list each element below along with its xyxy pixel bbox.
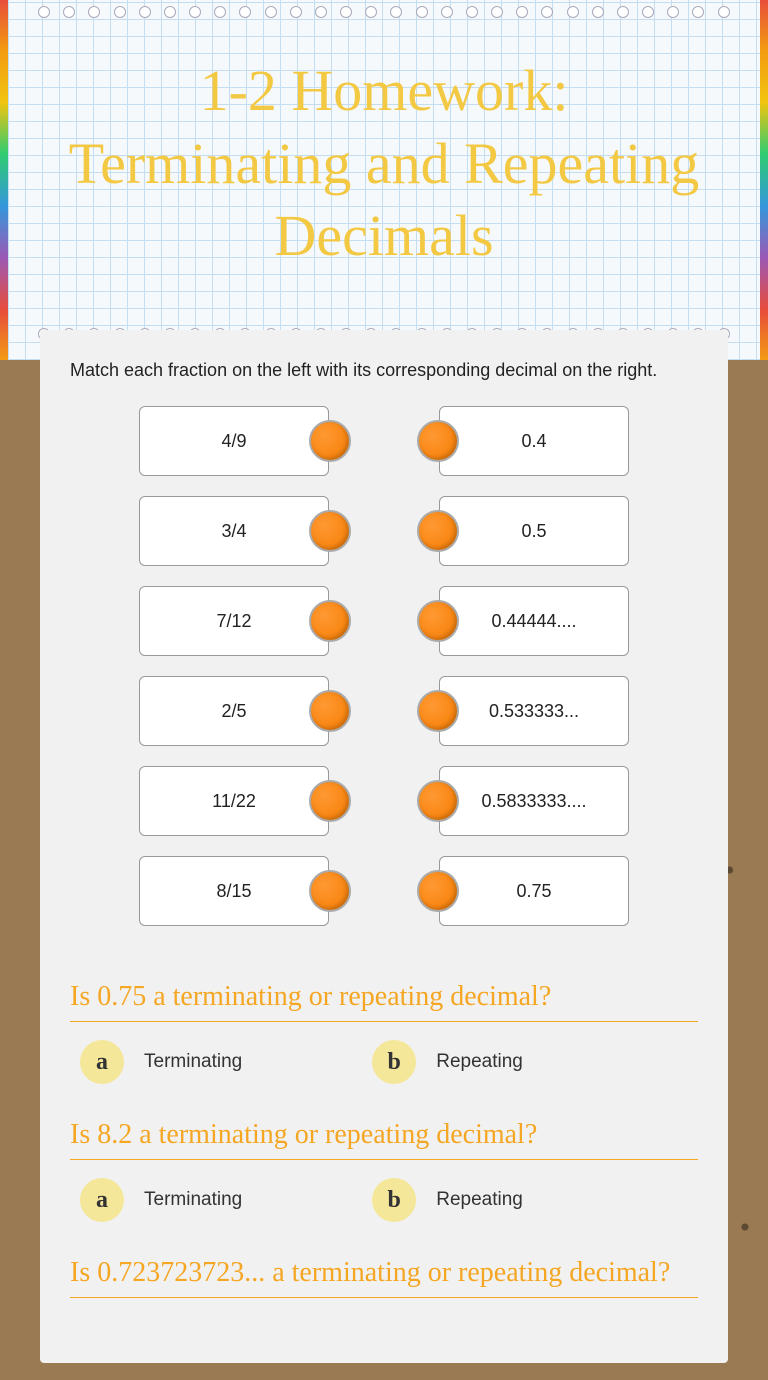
connector-dot-icon[interactable] <box>309 510 351 552</box>
connector-dot-icon[interactable] <box>417 420 459 462</box>
worksheet-card: Match each fraction on the left with its… <box>40 330 728 1363</box>
connector-dot-icon[interactable] <box>417 870 459 912</box>
match-area: 4/9 3/4 7/12 2/5 11/22 8/15 0.4 0.5 0.44444....… <box>70 406 698 926</box>
option-letter-badge: b <box>372 1040 416 1084</box>
option-letter-badge: a <box>80 1178 124 1222</box>
match-item-right[interactable]: 0.533333... <box>439 676 629 746</box>
match-item-left[interactable]: 2/5 <box>139 676 329 746</box>
option-a[interactable]: a Terminating <box>80 1040 242 1084</box>
match-item-label: 0.4 <box>521 431 546 452</box>
header-notebook-bg: 1-2 Homework: Terminating and Repeating … <box>0 0 768 360</box>
connector-dot-icon[interactable] <box>417 690 459 732</box>
option-letter-badge: a <box>80 1040 124 1084</box>
match-item-right[interactable]: 0.5 <box>439 496 629 566</box>
match-item-right[interactable]: 0.5833333.... <box>439 766 629 836</box>
match-item-left[interactable]: 8/15 <box>139 856 329 926</box>
match-item-right[interactable]: 0.44444.... <box>439 586 629 656</box>
match-item-left[interactable]: 4/9 <box>139 406 329 476</box>
option-b[interactable]: b Repeating <box>372 1178 523 1222</box>
match-item-label: 0.533333... <box>489 701 579 722</box>
match-item-label: 0.5833333.... <box>481 791 586 812</box>
connector-dot-icon[interactable] <box>417 510 459 552</box>
options-row: a Terminating b Repeating <box>70 1040 698 1084</box>
question-prompt: Is 0.75 a terminating or repeating decim… <box>70 981 698 1022</box>
match-item-label: 8/15 <box>216 881 251 902</box>
match-item-right[interactable]: 0.4 <box>439 406 629 476</box>
question-block: Is 0.75 a terminating or repeating decim… <box>70 981 698 1084</box>
connector-dot-icon[interactable] <box>309 600 351 642</box>
question-block: Is 0.723723723... a terminating or repea… <box>70 1257 698 1298</box>
match-item-right[interactable]: 0.75 <box>439 856 629 926</box>
option-label: Repeating <box>436 1051 523 1073</box>
spiral-holes-top <box>8 6 760 18</box>
connector-dot-icon[interactable] <box>417 780 459 822</box>
connector-dot-icon[interactable] <box>309 690 351 732</box>
match-instruction: Match each fraction on the left with its… <box>70 360 698 381</box>
option-b[interactable]: b Repeating <box>372 1040 523 1084</box>
match-item-left[interactable]: 7/12 <box>139 586 329 656</box>
option-a[interactable]: a Terminating <box>80 1178 242 1222</box>
question-prompt: Is 0.723723723... a terminating or repea… <box>70 1257 698 1298</box>
match-item-label: 7/12 <box>216 611 251 632</box>
match-col-left: 4/9 3/4 7/12 2/5 11/22 8/15 <box>139 406 329 926</box>
connector-dot-icon[interactable] <box>309 420 351 462</box>
match-item-label: 2/5 <box>221 701 246 722</box>
option-label: Terminating <box>144 1189 242 1211</box>
match-item-label: 0.5 <box>521 521 546 542</box>
option-letter-badge: b <box>372 1178 416 1222</box>
match-item-left[interactable]: 3/4 <box>139 496 329 566</box>
match-item-left[interactable]: 11/22 <box>139 766 329 836</box>
connector-dot-icon[interactable] <box>309 780 351 822</box>
match-col-right: 0.4 0.5 0.44444.... 0.533333... 0.5833333...… <box>439 406 629 926</box>
match-item-label: 0.75 <box>516 881 551 902</box>
connector-dot-icon[interactable] <box>309 870 351 912</box>
match-item-label: 4/9 <box>221 431 246 452</box>
question-prompt: Is 8.2 a terminating or repeating decima… <box>70 1119 698 1160</box>
question-block: Is 8.2 a terminating or repeating decima… <box>70 1119 698 1222</box>
connector-dot-icon[interactable] <box>417 600 459 642</box>
match-item-label: 11/22 <box>212 791 256 812</box>
option-label: Terminating <box>144 1051 242 1073</box>
option-label: Repeating <box>436 1189 523 1211</box>
page-title: 1-2 Homework: Terminating and Repeating … <box>58 55 710 273</box>
match-item-label: 0.44444.... <box>491 611 576 632</box>
match-item-label: 3/4 <box>221 521 246 542</box>
options-row: a Terminating b Repeating <box>70 1178 698 1222</box>
